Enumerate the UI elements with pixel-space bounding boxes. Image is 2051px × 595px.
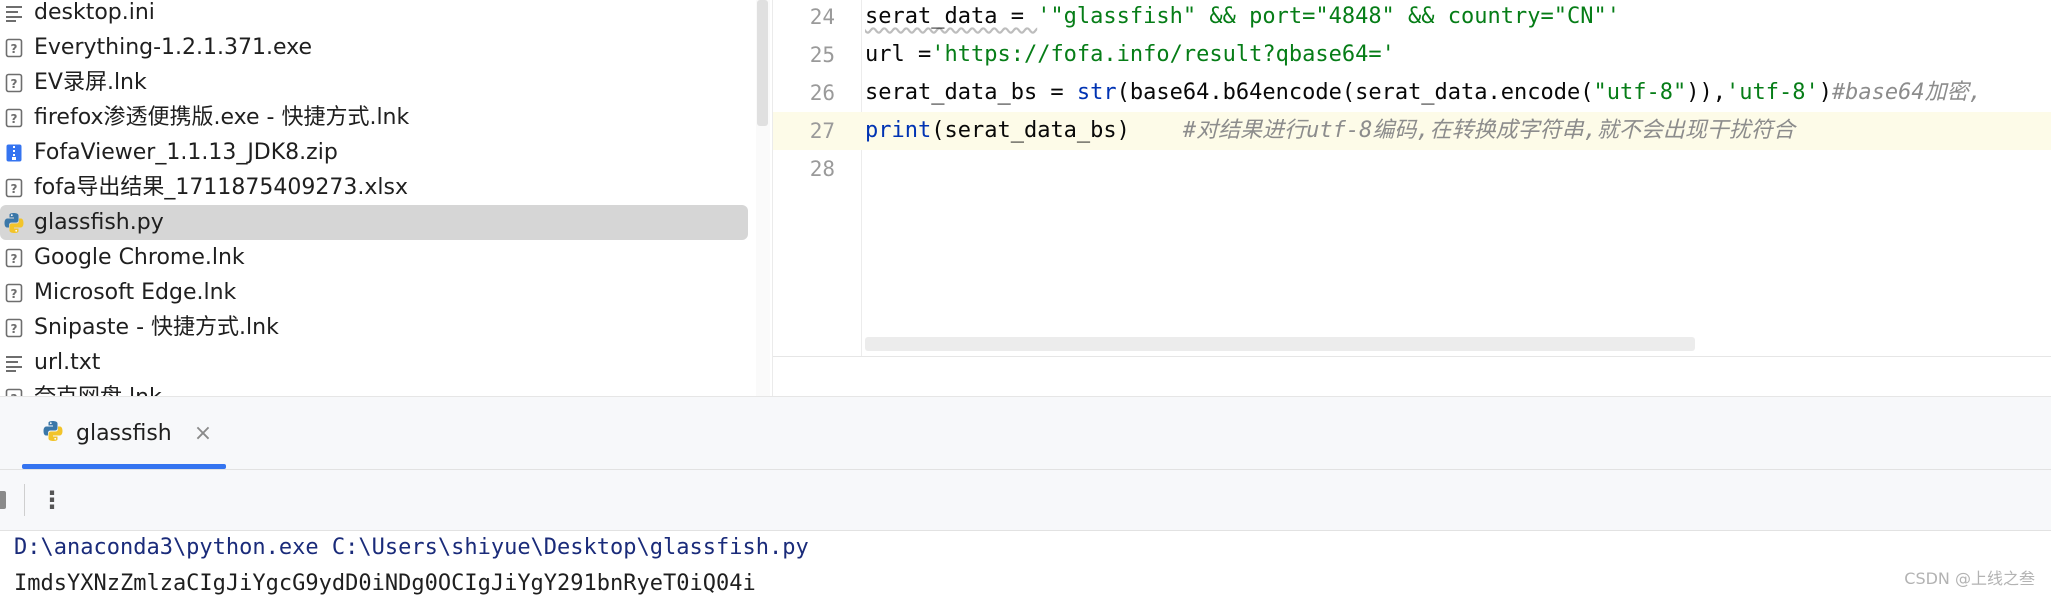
toolbar-separator (24, 484, 25, 516)
code-token: (serat_data_bs) (931, 118, 1183, 143)
unknown-file-icon: ? (3, 317, 25, 339)
project-tree[interactable]: desktop.ini? Everything-1.2.1.371.exe? EV录… (0, 0, 772, 396)
tree-scrollbar-thumb[interactable] (757, 0, 768, 126)
code-text: print(serat_data_bs) #对结果进行utf-8编码,在转换成字… (865, 112, 1795, 150)
line-number: 26 (809, 81, 835, 105)
unknown-file-icon: ? (3, 247, 25, 269)
tree-item[interactable]: ? Google Chrome.lnk (0, 240, 760, 275)
tree-item[interactable]: ? firefox渗透便携版.exe - 快捷方式.lnk (0, 100, 760, 135)
unknown-file-icon: ? (3, 107, 25, 129)
run-console[interactable]: D:\anaconda3\python.exe C:\Users\shiyue\… (0, 531, 2051, 595)
svg-text:?: ? (11, 252, 18, 266)
svg-text:?: ? (11, 182, 18, 196)
tree-item-label: Everything-1.2.1.371.exe (34, 35, 313, 60)
code-token: )), (1686, 80, 1726, 105)
code-text: serat_data = '"glassfish" && port="4848"… (865, 0, 1620, 36)
line-number: 24 (809, 5, 835, 29)
run-toolbar: ⋮ (0, 470, 2051, 531)
svg-text:?: ? (11, 77, 18, 91)
tree-item-label: firefox渗透便携版.exe - 快捷方式.lnk (34, 105, 410, 130)
code-line[interactable]: 26 serat_data_bs = str(base64.b64encode(s… (773, 74, 2051, 112)
tree-item-label: desktop.ini (34, 0, 155, 25)
console-command-line: D:\anaconda3\python.exe C:\Users\shiyue\… (14, 535, 809, 560)
tree-item-label: fofa导出结果_1711875409273.xlsx (34, 175, 409, 200)
code-token: '"glassfish" && port="4848" && country="… (1037, 4, 1620, 29)
run-tab-glassfish[interactable]: glassfish × (22, 397, 226, 469)
tree-item-label: FofaViewer_1.1.13_JDK8.zip (34, 140, 338, 165)
svg-text:?: ? (11, 112, 18, 126)
tree-item[interactable]: url.txt (0, 345, 760, 380)
svg-text:?: ? (11, 322, 18, 336)
code-editor[interactable]: 24 serat_data = '"glassfish" && port="484… (773, 0, 2051, 356)
code-line[interactable]: 27 print(serat_data_bs) #对结果进行utf-8编码,在转换… (773, 112, 2051, 150)
top-area: desktop.ini? Everything-1.2.1.371.exe? EV录… (0, 0, 2051, 397)
tree-item-label: glassfish.py (34, 210, 164, 235)
code-line[interactable]: 25 url ='https://fofa.info/result?qbase64… (773, 36, 2051, 74)
tree-item[interactable]: FofaViewer_1.1.13_JDK8.zip (0, 135, 760, 170)
unknown-file-icon: ? (3, 387, 25, 397)
unknown-file-icon: ? (3, 177, 25, 199)
text-file-icon (3, 2, 25, 24)
code-token: url = (865, 42, 932, 67)
tree-item-label: 夸克网盘.lnk (34, 380, 162, 396)
close-icon[interactable]: × (194, 421, 212, 446)
svg-text:?: ? (11, 392, 18, 397)
code-token: 'https://fofa.info/result?qbase64=' (931, 42, 1395, 67)
tree-item-label: Snipaste - 快捷方式.lnk (34, 315, 279, 340)
tree-item[interactable]: ? Everything-1.2.1.371.exe (0, 30, 760, 65)
more-options-icon[interactable]: ⋮ (40, 478, 64, 522)
run-tab-label: glassfish (76, 420, 172, 446)
tree-item[interactable]: desktop.ini (0, 0, 760, 30)
tree-item-label: Google Chrome.lnk (34, 245, 245, 270)
unknown-file-icon: ? (3, 72, 25, 94)
code-token: #base64加密, (1831, 80, 1982, 105)
watermark: CSDN @上线之叁 (1904, 569, 2035, 588)
code-token: ) (1818, 80, 1832, 105)
code-text: url ='https://fofa.info/result?qbase64=' (865, 36, 1395, 74)
code-token: serat_data_bs = (865, 80, 1077, 105)
unknown-file-icon: ? (3, 282, 25, 304)
active-tab-indicator (22, 464, 226, 469)
tree-item[interactable]: ? fofa导出结果_1711875409273.xlsx (0, 170, 760, 205)
tree-item[interactable]: glassfish.py (0, 205, 748, 240)
code-token: "utf-8" (1593, 80, 1687, 105)
code-token: (base64.b64encode(serat_data.encode( (1116, 80, 1594, 105)
tree-item[interactable]: ? Microsoft Edge.lnk (0, 275, 760, 310)
tree-item[interactable]: ? Snipaste - 快捷方式.lnk (0, 310, 760, 345)
svg-text:?: ? (11, 42, 18, 56)
python-icon (42, 420, 64, 446)
code-token: str (1076, 80, 1117, 105)
zip-file-icon (3, 142, 25, 164)
svg-text:?: ? (11, 287, 18, 301)
code-token: serat_data = (865, 4, 1038, 29)
line-number: 25 (809, 43, 835, 67)
code-token: #对结果进行utf-8编码,在转换成字符串,就不会出现干扰符合 (1182, 118, 1795, 143)
python-file-icon (3, 212, 25, 234)
run-tool-window-tabbar: glassfish × (0, 397, 2051, 470)
code-token: print (865, 118, 932, 143)
tree-item[interactable]: ? 夸克网盘.lnk (0, 380, 760, 396)
editor-bottom-divider (773, 356, 2051, 357)
code-line[interactable]: 24 serat_data = '"glassfish" && port="484… (773, 0, 2051, 36)
code-line[interactable]: 28 (773, 150, 2051, 188)
code-text: serat_data_bs = str(base64.b64encode(ser… (865, 74, 1982, 112)
unknown-file-icon: ? (3, 37, 25, 59)
tree-item-label: EV录屏.lnk (34, 70, 147, 95)
toolbar-edge-handle[interactable] (0, 491, 6, 509)
code-token: 'utf-8' (1725, 80, 1819, 105)
console-output-line: ImdsYXNzZmlzaCIgJiYgcG9ydD0iNDg0OCIgJiYg… (14, 571, 756, 595)
editor-horizontal-scrollbar[interactable] (865, 337, 1695, 351)
line-number: 28 (809, 157, 835, 181)
tree-item[interactable]: ? EV录屏.lnk (0, 65, 760, 100)
tree-item-label: url.txt (34, 350, 101, 375)
line-number: 27 (809, 119, 835, 143)
tree-item-label: Microsoft Edge.lnk (34, 280, 237, 305)
text-file-icon (3, 352, 25, 374)
